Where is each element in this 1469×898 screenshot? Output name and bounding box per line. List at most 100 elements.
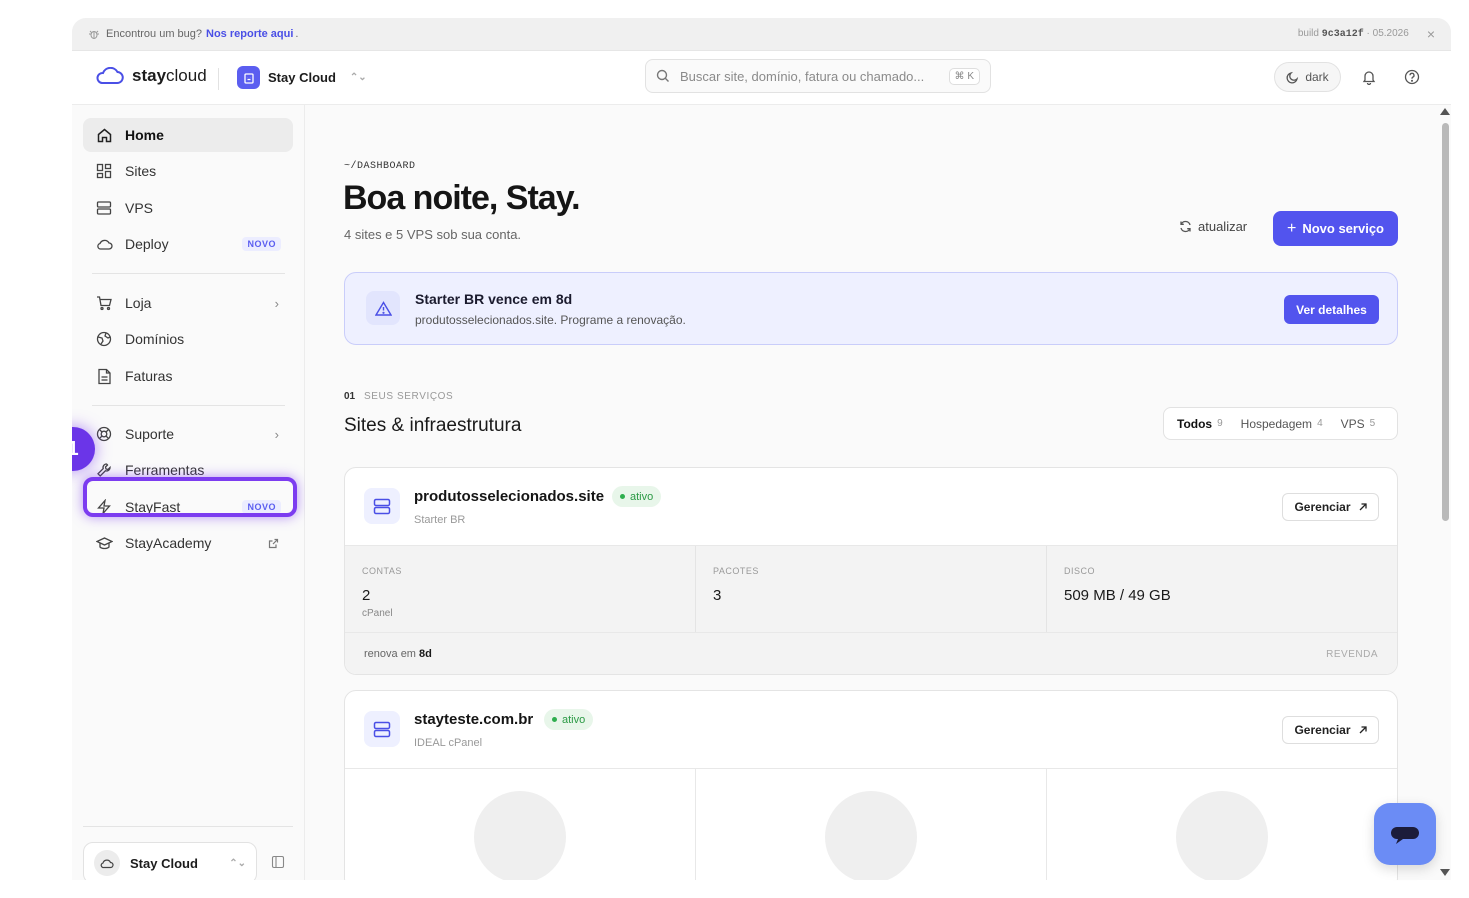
- view-details-button[interactable]: Ver detalhes: [1284, 295, 1379, 324]
- refresh-label: atualizar: [1198, 219, 1248, 234]
- main-content: ~/DASHBOARD Boa noite, Stay. 4 sites e 5…: [305, 105, 1439, 880]
- search-bar[interactable]: Buscar site, domínio, fatura ou chamado.…: [645, 59, 991, 93]
- bell-icon[interactable]: [1358, 66, 1380, 88]
- filter-label: VPS: [1340, 416, 1365, 431]
- manage-button[interactable]: Gerenciar: [1282, 716, 1379, 744]
- skeleton-column: [1047, 769, 1397, 880]
- brand-name-rest: cloud: [166, 66, 207, 85]
- skeleton-column: [696, 769, 1047, 880]
- stat-disco: DISCO 509 MB / 49 GB: [1047, 546, 1397, 632]
- sidebar-item-deploy[interactable]: Deploy NOVO: [83, 227, 293, 261]
- sidebar-item-label: Sites: [125, 163, 157, 179]
- moon-icon: [1286, 71, 1299, 84]
- status-dot: [552, 717, 557, 722]
- filter-label: Todos: [1177, 416, 1213, 431]
- chevron-right-icon: ›: [274, 426, 279, 442]
- org-switcher[interactable]: Stay Cloud ⌃⌄: [83, 842, 257, 880]
- bug-text: Encontrou um bug?: [106, 28, 203, 40]
- org-name: Stay Cloud: [268, 70, 336, 85]
- build-date: · 05.2026: [1366, 28, 1409, 39]
- scroll-up-arrow-icon[interactable]: [1440, 108, 1450, 115]
- stat-pacotes: PACOTES 3: [696, 546, 1047, 632]
- help-icon[interactable]: [1401, 66, 1423, 88]
- bug-link-suffix: .: [295, 28, 299, 40]
- service-plan: IDEAL cPanel: [414, 737, 483, 749]
- external-link-icon: [268, 538, 279, 549]
- new-service-label: Novo serviço: [1302, 221, 1384, 236]
- refresh-button[interactable]: atualizar: [1179, 219, 1247, 234]
- search-shortcut: ⌘ K: [948, 67, 980, 85]
- manage-button[interactable]: Gerenciar: [1282, 493, 1379, 521]
- build-hash: 9c3a12f: [1321, 29, 1364, 40]
- stat-label: PACOTES: [713, 566, 759, 576]
- server-icon: [95, 199, 113, 217]
- warning-icon: [366, 291, 400, 325]
- alert-title: Starter BR vence em 8d: [415, 291, 573, 307]
- bug-report-bar: Encontrou um bug? Nos reporte aqui . bui…: [72, 18, 1451, 51]
- search-icon: [656, 69, 670, 83]
- service-name[interactable]: stayteste.com.br: [414, 711, 533, 728]
- loading-skeleton: [345, 768, 1397, 880]
- renew-value: 8d: [418, 648, 432, 660]
- scroll-down-arrow-icon[interactable]: [1440, 869, 1450, 876]
- invoice-icon: [95, 367, 113, 385]
- chat-widget-button[interactable]: [1374, 803, 1436, 865]
- sidebar-item-label: Home: [125, 127, 164, 143]
- sidebar-item-label: Faturas: [125, 368, 173, 384]
- filter-vps[interactable]: VPS 5: [1332, 411, 1385, 436]
- brand-logo[interactable]: staycloud: [94, 66, 207, 86]
- stat-value: 509 MB / 49 GB: [1064, 587, 1171, 604]
- close-bugbar-button[interactable]: ×: [1427, 26, 1435, 42]
- service-stats: CONTAS 2 cPanel PACOTES 3 DISCO 509 MB /…: [345, 545, 1397, 633]
- skeleton-circle: [1176, 791, 1268, 880]
- build-info: build 9c3a12f · 05.2026: [1298, 28, 1409, 40]
- sidebar-divider: [83, 826, 293, 827]
- service-card: stayteste.com.br ativo IDEAL cPanel Gere…: [344, 690, 1398, 880]
- scrollbar-thumb[interactable]: [1442, 123, 1449, 521]
- stat-sub: cPanel: [362, 608, 393, 619]
- theme-toggle[interactable]: dark: [1274, 62, 1341, 92]
- filter-hospedagem[interactable]: Hospedagem 4: [1232, 411, 1332, 436]
- section-label: SEUS SERVIÇOS: [364, 391, 454, 402]
- bug-report-link[interactable]: Nos reporte aqui: [206, 28, 293, 40]
- service-type-tag: REVENDA: [1326, 648, 1378, 660]
- sidebar-item-vps[interactable]: VPS: [83, 191, 293, 225]
- sidebar-collapse-icon[interactable]: [271, 855, 285, 869]
- sidebar-item-loja[interactable]: Loja ›: [83, 286, 293, 320]
- grid-icon: [95, 162, 113, 180]
- main-scrollbar[interactable]: [1439, 105, 1451, 880]
- sidebar-item-suporte[interactable]: Suporte ›: [83, 417, 293, 451]
- cloud-icon: [95, 235, 113, 253]
- filter-count: 9: [1217, 418, 1223, 429]
- stat-contas: CONTAS 2 cPanel: [345, 546, 696, 632]
- org-selector[interactable]: Stay Cloud ⌃⌄: [237, 66, 367, 89]
- sidebar-item-home[interactable]: Home: [83, 118, 293, 152]
- sidebar-item-faturas[interactable]: Faturas: [83, 359, 293, 393]
- theme-label: dark: [1305, 70, 1329, 84]
- sidebar-item-stayacademy[interactable]: StayAcademy: [83, 526, 293, 560]
- cloud-avatar-icon: [94, 850, 120, 876]
- skeleton-column: [345, 769, 696, 880]
- page-title: Boa noite, Stay.: [343, 179, 581, 217]
- manage-label: Gerenciar: [1294, 500, 1351, 514]
- cart-icon: [95, 294, 113, 312]
- new-service-button[interactable]: + Novo serviço: [1273, 211, 1398, 246]
- sidebar-item-sites[interactable]: Sites: [83, 154, 293, 188]
- service-name[interactable]: produtosselecionados.site: [414, 488, 604, 505]
- sidebar-item-label: VPS: [125, 200, 154, 216]
- skeleton-circle: [825, 791, 917, 880]
- new-badge: NOVO: [242, 237, 281, 251]
- section-number: 01: [344, 391, 356, 402]
- expiry-alert: Starter BR vence em 8d produtosseleciona…: [344, 272, 1398, 345]
- sidebar-item-dominios[interactable]: Domínios: [83, 322, 293, 356]
- server-icon: [364, 488, 400, 524]
- sidebar-item-label: StayAcademy: [125, 535, 212, 551]
- filter-todos[interactable]: Todos 9: [1168, 411, 1232, 436]
- service-card: produtosselecionados.site ativo Starter …: [344, 467, 1398, 675]
- stat-value: 3: [713, 587, 722, 604]
- filter-label: Hospedagem: [1240, 416, 1313, 431]
- org-building-icon: [237, 66, 260, 89]
- page-subtitle: 4 sites e 5 VPS sob sua conta.: [344, 227, 522, 242]
- filter-count: 4: [1317, 418, 1323, 429]
- sidebar: Home Sites VPS Deploy NOVO Loja › Domíni…: [72, 105, 305, 880]
